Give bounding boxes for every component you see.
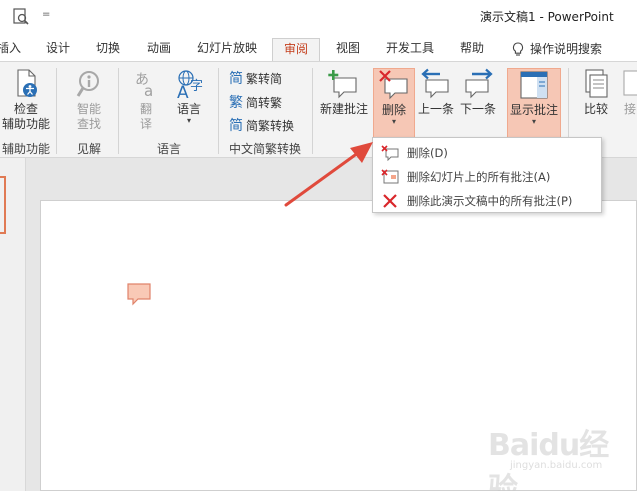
language-button[interactable]: A 字 语言 ▾ — [166, 68, 212, 134]
group-separator — [118, 68, 119, 154]
smart-lookup-label-2: 查找 — [76, 117, 101, 131]
translate-label-1: 翻 — [139, 102, 152, 116]
menu-item-delete-all-in-presentation-label: 删除此演示文稿中的所有批注(P) — [407, 194, 573, 208]
compare-label: 比较 — [583, 102, 608, 116]
tab-review[interactable]: 审阅 — [272, 38, 320, 61]
accessibility-check-icon — [17, 69, 37, 97]
traditional-to-simplified-button[interactable]: 简 繁转简 — [229, 68, 282, 88]
language-label: 语言 — [176, 102, 201, 116]
svg-text:a: a — [144, 82, 153, 100]
new-comment-button[interactable]: 新建批注 — [316, 68, 372, 134]
language-icon: A 字 — [177, 70, 203, 100]
check-accessibility-label-2: 辅助功能 — [1, 117, 50, 131]
delete-dropdown-icon: ▾ — [391, 117, 396, 126]
title-bar: = 演示文稿1 - PowerPoint — [0, 0, 637, 34]
window-title: 演示文稿1 - PowerPoint — [480, 10, 614, 24]
accept-button[interactable]: 接 — [620, 68, 637, 134]
translate-label-2: 译 — [139, 117, 152, 131]
traditional-to-simplified-label: 繁转简 — [246, 71, 283, 86]
previous-comment-icon — [421, 68, 449, 99]
show-comments-icon — [520, 71, 548, 99]
to-traditional-icon: 繁 — [229, 95, 243, 111]
show-comments-label: 显示批注 — [509, 103, 558, 117]
show-comments-button[interactable]: 显示批注 ▾ — [507, 68, 561, 140]
next-comment-label: 下一条 — [459, 102, 496, 116]
check-accessibility-button[interactable]: 检查 辅助功能 — [0, 68, 52, 134]
menu-item-delete-all-in-presentation[interactable]: 删除此演示文稿中的所有批注(P) — [373, 189, 601, 213]
tab-developer[interactable]: 开发工具 — [382, 38, 438, 61]
tab-transitions[interactable]: 切换 — [92, 38, 124, 61]
watermark: Baidu经验 jingyan.baidu.com — [480, 420, 630, 491]
new-comment-label: 新建批注 — [319, 102, 368, 116]
simplified-traditional-convert-label: 简繁转换 — [246, 118, 295, 133]
group-separator — [56, 68, 57, 154]
to-simplified-icon: 简 — [229, 71, 243, 87]
tab-help[interactable]: 帮助 — [456, 38, 488, 61]
delete-dropdown-menu: 删除(D) 删除幻灯片上的所有批注(A) 删除此演示文稿中的所有批注(P) — [372, 137, 602, 213]
delete-comment-button[interactable]: 删除 ▾ — [373, 68, 415, 140]
menu-item-delete-all-on-slide[interactable]: 删除幻灯片上的所有批注(A) — [373, 165, 601, 189]
customize-quick-access-icon[interactable]: = — [42, 9, 50, 20]
check-accessibility-label-1: 检查 — [13, 102, 38, 116]
simplified-traditional-convert-button[interactable]: 简 简繁转换 — [229, 115, 294, 135]
new-comment-icon — [328, 70, 357, 99]
tab-design[interactable]: 设计 — [42, 38, 74, 61]
previous-comment-label: 上一条 — [417, 102, 454, 116]
simplified-to-traditional-button[interactable]: 繁 简转繁 — [229, 92, 282, 112]
translate-icon: あ a — [135, 72, 153, 100]
menu-item-delete-all-on-slide-label: 删除幻灯片上的所有批注(A) — [407, 170, 551, 184]
annotation-arrow-icon — [284, 142, 373, 207]
watermark-brand: Baidu经验 — [488, 428, 609, 491]
tell-me-label: 操作说明搜索 — [530, 42, 603, 56]
watermark-url: jingyan.baidu.com — [510, 460, 603, 471]
next-comment-icon — [465, 68, 493, 99]
smart-lookup-label-1: 智能 — [76, 102, 101, 116]
ribbon-tabs: 插入 设计 切换 动画 幻灯片放映 审阅 视图 开发工具 帮助 操作说明搜索 — [0, 34, 637, 61]
menu-item-delete[interactable]: 删除(D) — [373, 141, 601, 165]
delete-comment-label: 删除 — [381, 103, 406, 117]
lightbulb-icon — [512, 42, 524, 56]
delete-comment-icon — [379, 70, 408, 100]
svg-text:字: 字 — [190, 79, 203, 94]
tab-slideshow[interactable]: 幻灯片放映 — [194, 38, 260, 61]
accept-icon — [623, 70, 637, 96]
convert-icon: 简 — [229, 118, 243, 134]
smart-lookup-icon — [76, 71, 99, 97]
group-label-language: 语言 — [156, 142, 181, 156]
group-separator — [218, 68, 219, 154]
simplified-to-traditional-label: 简转繁 — [246, 95, 283, 110]
language-dropdown-icon: ▾ — [186, 116, 191, 125]
tell-me-search[interactable]: 操作说明搜索 — [512, 38, 622, 61]
group-label-accessibility: 辅助功能 — [1, 142, 50, 156]
show-comments-dropdown-icon: ▾ — [531, 117, 536, 126]
tab-animations[interactable]: 动画 — [143, 38, 175, 61]
smart-lookup-button[interactable]: 智能 查找 — [66, 68, 112, 134]
compare-button[interactable]: 比较 — [576, 68, 616, 134]
print-preview-icon[interactable] — [12, 8, 30, 26]
selected-slide-thumbnail[interactable] — [0, 176, 6, 234]
accept-label: 接 — [623, 102, 636, 116]
translate-button[interactable]: あ a 翻 译 — [126, 68, 166, 134]
previous-comment-button[interactable]: 上一条 — [415, 68, 457, 134]
group-label-insights: 见解 — [76, 142, 101, 156]
compare-icon — [585, 69, 608, 98]
tab-view[interactable]: 视图 — [332, 38, 364, 61]
tab-insert[interactable]: 插入 — [0, 38, 22, 61]
slide-thumbnail-pane[interactable] — [0, 158, 26, 491]
svg-text:A: A — [177, 83, 189, 100]
next-comment-button[interactable]: 下一条 — [457, 68, 499, 134]
comment-marker-icon[interactable] — [127, 283, 153, 307]
menu-item-delete-label: 删除(D) — [407, 146, 448, 160]
